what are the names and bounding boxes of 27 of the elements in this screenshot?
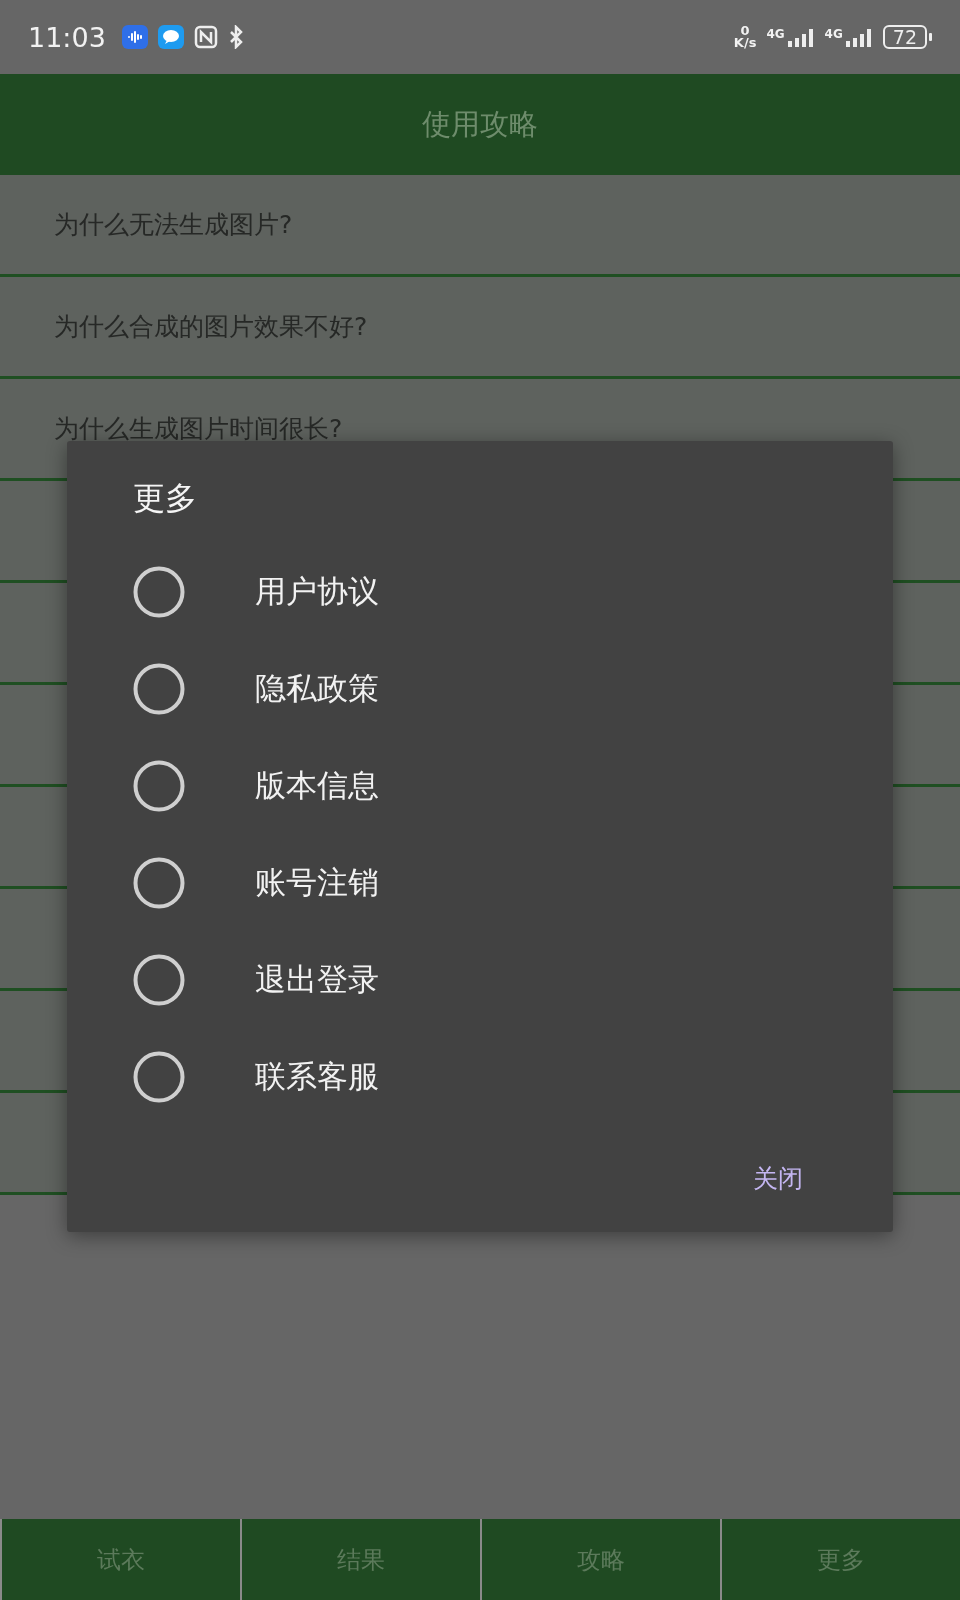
radio-button[interactable]: [133, 1050, 185, 1103]
option-label[interactable]: 隐私政策: [255, 667, 379, 710]
bluetooth-icon: [227, 25, 244, 49]
nfc-icon: [193, 25, 218, 49]
option-label[interactable]: 退出登录: [255, 958, 379, 1001]
option-label[interactable]: 版本信息: [255, 764, 379, 807]
radio-button[interactable]: [133, 565, 185, 618]
network-type: 4G: [824, 27, 843, 41]
option-label[interactable]: 联系客服: [255, 1055, 379, 1098]
close-button[interactable]: 关闭: [747, 1156, 809, 1201]
radio-button[interactable]: [133, 662, 185, 715]
sound-wave-app-icon: [121, 25, 148, 49]
speed-unit: K/s: [733, 37, 757, 49]
signal-icon: [844, 27, 873, 47]
clock-time: 11:03: [28, 21, 106, 53]
radio-button[interactable]: [133, 953, 185, 1006]
battery-level: 72: [882, 25, 927, 49]
radio-button[interactable]: [133, 856, 185, 909]
dialog-title: 更多: [133, 478, 198, 519]
speed-value: 0: [740, 25, 750, 37]
screen-title: 使用攻略: [422, 105, 538, 143]
network-type: 4G: [766, 27, 785, 41]
option-label[interactable]: 用户协议: [255, 570, 379, 613]
signal-icon: [786, 27, 815, 47]
chat-bubble-app-icon: [157, 25, 184, 49]
option-label[interactable]: 账号注销: [255, 861, 379, 904]
radio-button[interactable]: [133, 759, 185, 812]
